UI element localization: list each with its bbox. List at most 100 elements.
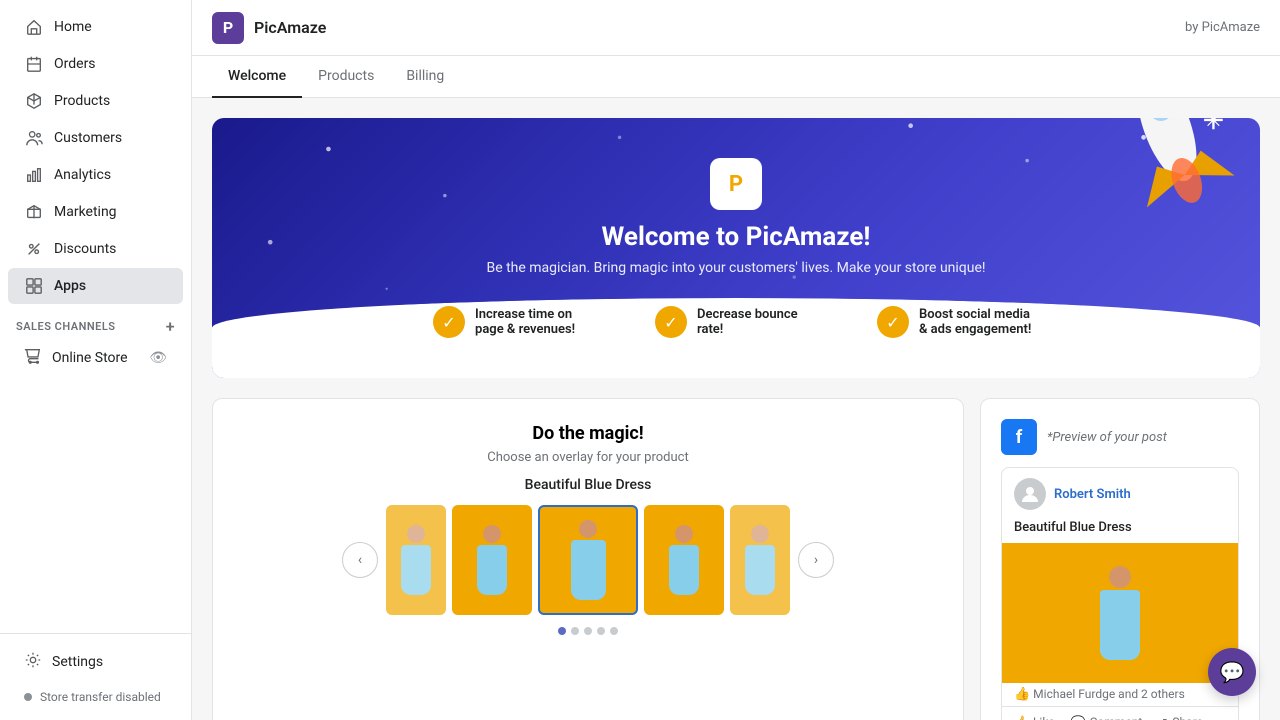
hero-features: ✓ Increase time on page & revenues! ✓ De…	[252, 306, 1220, 338]
like-icon: 👍	[1014, 715, 1029, 720]
settings-label: Settings	[52, 654, 103, 670]
add-sales-channel-button[interactable]: +	[166, 317, 175, 336]
hero-title: Welcome to PicAmaze!	[252, 222, 1220, 252]
carousel-image-1[interactable]	[386, 505, 446, 615]
carousel-dot-1[interactable]	[558, 627, 566, 635]
carousel-image-3[interactable]	[538, 505, 638, 615]
chat-button[interactable]: 💬	[1208, 648, 1256, 696]
app-logo: P	[212, 12, 244, 44]
online-store-icon	[24, 347, 42, 369]
like-count: 👍 Michael Furdge and 2 others	[1002, 683, 1238, 706]
carousel-prev-button[interactable]: ‹	[342, 542, 378, 578]
chat-icon: 💬	[1220, 660, 1245, 684]
tab-billing[interactable]: Billing	[390, 56, 460, 98]
hero-logo-letter: P	[729, 172, 743, 197]
share-label: Share	[1172, 715, 1203, 720]
preview-image	[1002, 543, 1238, 683]
tab-products[interactable]: Products	[302, 56, 390, 98]
check-icon-2: ✓	[655, 306, 687, 338]
bottom-section: Do the magic! Choose an overlay for your…	[212, 398, 1260, 720]
main-content: P PicAmaze by PicAmaze Welcome Products …	[192, 0, 1280, 720]
sidebar-item-orders[interactable]: Orders	[8, 46, 183, 82]
hero-feature-text-3: Boost social media & ads engagement!	[919, 307, 1039, 337]
hero-feature-1: ✓ Increase time on page & revenues!	[433, 306, 595, 338]
store-transfer-label: Store transfer disabled	[40, 690, 161, 704]
hero-subtitle: Be the magician. Bring magic into your c…	[252, 260, 1220, 276]
sidebar-item-customers-label: Customers	[54, 130, 122, 146]
like-action[interactable]: 👍 Like	[1014, 715, 1055, 720]
hero-feature-3: ✓ Boost social media & ads engagement!	[877, 306, 1039, 338]
sidebar-item-home[interactable]: Home	[8, 9, 183, 45]
sales-channels-label: SALES CHANNELS	[16, 320, 116, 333]
sidebar-bottom: Settings Store transfer disabled	[0, 633, 191, 720]
sidebar-item-discounts[interactable]: Discounts	[8, 231, 183, 267]
carousel-images	[386, 505, 790, 615]
comment-label: Comment	[1090, 715, 1143, 720]
share-icon: ↗	[1158, 715, 1168, 720]
sidebar-item-apps[interactable]: Apps	[8, 268, 183, 304]
sidebar-item-marketing-label: Marketing	[54, 204, 117, 220]
apps-icon	[24, 276, 44, 296]
sidebar-item-home-label: Home	[54, 19, 92, 35]
comment-icon: 💬	[1071, 715, 1086, 720]
carousel-image-2[interactable]	[452, 505, 532, 615]
orders-icon	[24, 54, 44, 74]
online-store-view-icon[interactable]: 👁	[149, 350, 167, 366]
carousel-next-button[interactable]: ›	[798, 542, 834, 578]
product-carousel: ‹	[237, 505, 939, 615]
comment-action[interactable]: 💬 Comment	[1071, 715, 1143, 720]
product-name: Beautiful Blue Dress	[237, 477, 939, 493]
store-transfer-status: Store transfer disabled	[8, 682, 183, 712]
like-label: Like	[1033, 715, 1055, 720]
carousel-dot-2[interactable]	[571, 627, 579, 635]
carousel-image-4[interactable]	[644, 505, 724, 615]
preview-title: *Preview of your post	[1047, 430, 1167, 445]
carousel-dot-4[interactable]	[597, 627, 605, 635]
app-name: PicAmaze	[254, 18, 326, 37]
app-logo-letter: P	[223, 18, 233, 37]
customers-icon	[24, 128, 44, 148]
sidebar-item-analytics[interactable]: Analytics	[8, 157, 183, 193]
marketing-icon	[24, 202, 44, 222]
app-header: P PicAmaze by PicAmaze	[192, 0, 1280, 56]
transfer-dot-icon	[24, 693, 32, 701]
hero-feature-text-2: Decrease bounce rate!	[697, 307, 817, 337]
sidebar-item-products-label: Products	[54, 93, 110, 109]
preview-inner: Robert Smith Beautiful Blue Dress 👍	[1001, 467, 1239, 720]
user-avatar	[1014, 478, 1046, 510]
sidebar-item-analytics-label: Analytics	[54, 167, 111, 183]
carousel-dot-3[interactable]	[584, 627, 592, 635]
share-action[interactable]: ↗ Share	[1158, 715, 1203, 720]
product-card-title: Do the magic!	[237, 423, 939, 444]
sidebar-item-discounts-label: Discounts	[54, 241, 116, 257]
user-name: Robert Smith	[1054, 487, 1131, 502]
sidebar-nav: Home Orders Products	[0, 0, 191, 633]
sidebar-item-marketing[interactable]: Marketing	[8, 194, 183, 230]
online-store-label: Online Store	[52, 350, 128, 366]
hero-feature-2: ✓ Decrease bounce rate!	[655, 306, 817, 338]
preview-header: f *Preview of your post	[1001, 419, 1239, 455]
content-area: P Welcome to PicAmaze! Be the magician. …	[192, 98, 1280, 720]
sidebar: Home Orders Products	[0, 0, 192, 720]
sales-channels-section: SALES CHANNELS +	[0, 305, 191, 340]
preview-user: Robert Smith	[1002, 468, 1238, 520]
app-tabs: Welcome Products Billing	[192, 56, 1280, 98]
product-card-subtitle: Choose an overlay for your product	[237, 450, 939, 465]
home-icon	[24, 17, 44, 37]
like-text: Michael Furdge and 2 others	[1033, 687, 1185, 701]
carousel-dots	[237, 627, 939, 635]
sidebar-item-settings[interactable]: Settings	[8, 643, 183, 681]
preview-actions: 👍 Like 💬 Comment ↗ Share	[1002, 706, 1238, 720]
analytics-icon	[24, 165, 44, 185]
sidebar-item-customers[interactable]: Customers	[8, 120, 183, 156]
app-by-label: by PicAmaze	[1185, 20, 1260, 35]
carousel-dot-5[interactable]	[610, 627, 618, 635]
settings-icon	[24, 651, 42, 673]
sidebar-item-online-store[interactable]: Online Store 👁	[8, 341, 183, 375]
carousel-image-5[interactable]	[730, 505, 790, 615]
sidebar-item-products[interactable]: Products	[8, 83, 183, 119]
tab-welcome[interactable]: Welcome	[212, 56, 302, 98]
discounts-icon	[24, 239, 44, 259]
preview-product-name: Beautiful Blue Dress	[1002, 520, 1238, 543]
facebook-icon: f	[1001, 419, 1037, 455]
